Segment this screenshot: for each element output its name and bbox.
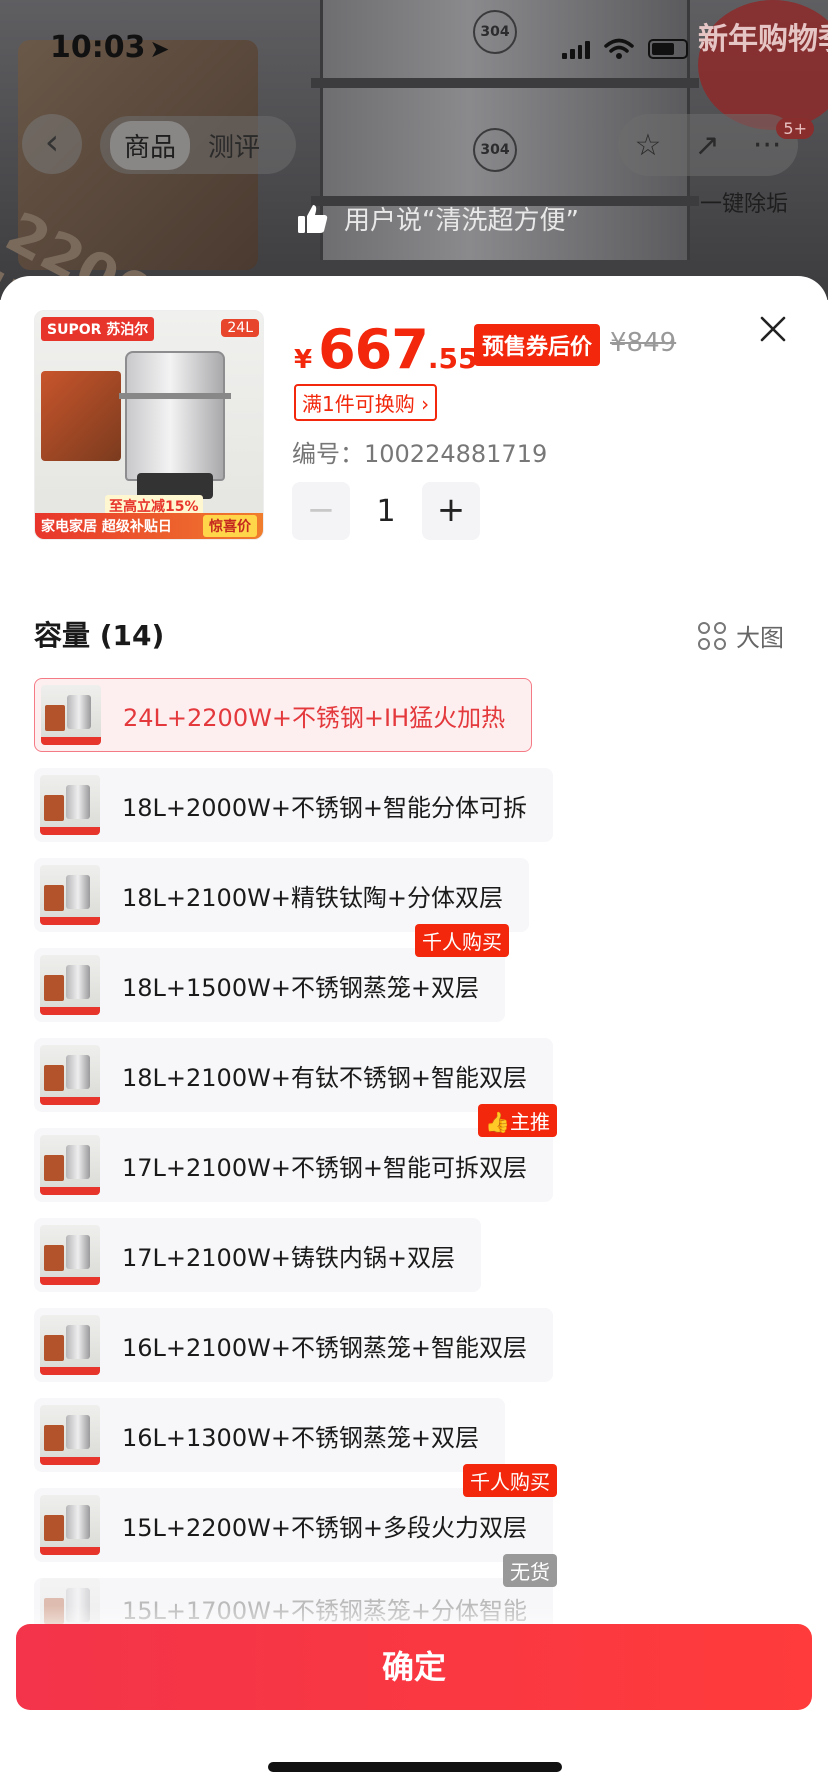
steamer-image — [119, 351, 231, 499]
capacity-option[interactable]: 18L+2100W+精铁钛陶+分体双层 — [34, 858, 530, 932]
location-arrow-icon: ➤ — [149, 35, 170, 63]
tab-product[interactable]: 商品 — [110, 120, 191, 170]
wifi-icon — [604, 38, 634, 59]
one-key-descale-label: 一键除垢 — [699, 192, 788, 217]
sku-selector-sheet: SUPOR 苏泊尔 24L 至高立减15% 家电家居 超级补贴日 惊喜价 ¥ 6… — [0, 276, 828, 1792]
capacity-option[interactable]: 18L+1500W+不锈钢蒸笼+双层 千人购买 — [34, 924, 510, 1022]
option-label: 24L+2200W+不锈钢+IH猛火加热 — [123, 703, 506, 732]
food-image — [41, 371, 121, 461]
big-picture-toggle[interactable]: 大图 — [698, 618, 784, 653]
capacity-option[interactable]: 16L+1300W+不锈钢蒸笼+双层 — [34, 1398, 506, 1472]
user-says-banner: 用户说“清洗超方便” — [296, 200, 579, 237]
out-of-stock-badge: 无货 — [503, 1554, 558, 1587]
option-thumbnail — [40, 775, 100, 835]
option-label: 18L+1500W+不锈钢蒸笼+双层 — [122, 973, 480, 1002]
option-thumbnail — [40, 1315, 100, 1375]
star-icon[interactable]: ☆ — [635, 128, 662, 163]
option-label: 15L+2200W+不锈钢+多段火力双层 — [122, 1513, 528, 1542]
tab-review[interactable]: 测评 — [208, 127, 260, 164]
swap-purchase-tag[interactable]: 满1件可换购 › — [294, 384, 438, 421]
capacity-option[interactable]: 17L+2100W+铸铁内锅+双层 — [34, 1218, 482, 1292]
hot-seller-badge: 千人购买 — [463, 1464, 558, 1497]
capacity-badge: 24L — [221, 319, 259, 337]
status-icons — [562, 38, 688, 60]
badge-304: 304 — [473, 10, 517, 54]
badge-304: 304 — [473, 128, 517, 172]
capacity-option[interactable]: 17L+2100W+不锈钢+智能可拆双层 👍主推 — [34, 1104, 558, 1202]
brand-logo: SUPOR 苏泊尔 — [41, 317, 155, 341]
promo-strip-text: 家电家居 超级补贴日 — [41, 519, 172, 535]
price-integer: 667 — [318, 318, 429, 381]
status-time: 10:03 ➤ — [50, 30, 170, 65]
battery-icon — [648, 39, 688, 59]
option-label: 17L+2100W+不锈钢+智能可拆双层 — [122, 1153, 528, 1182]
top-tabs: 商品 测评 — [100, 116, 296, 174]
original-price: ¥849 — [610, 328, 677, 358]
quantity-value[interactable]: 1 — [366, 494, 406, 529]
option-label: 18L+2100W+有钛不锈钢+智能双层 — [122, 1063, 528, 1092]
option-thumbnail — [40, 1495, 100, 1555]
currency-symbol: ¥ — [294, 345, 313, 375]
close-icon[interactable] — [758, 314, 788, 344]
option-label: 18L+2100W+精铁钛陶+分体双层 — [122, 883, 504, 912]
capacity-option[interactable]: 18L+2000W+不锈钢+智能分体可拆 — [34, 768, 554, 842]
option-thumbnail — [40, 1135, 100, 1195]
capacity-option[interactable]: 16L+2100W+不锈钢蒸笼+智能双层 — [34, 1308, 554, 1382]
surprise-price-tag: 惊喜价 — [203, 515, 257, 537]
recommended-badge: 👍主推 — [478, 1104, 558, 1137]
selected-sku-thumbnail[interactable]: SUPOR 苏泊尔 24L 至高立减15% 家电家居 超级补贴日 惊喜价 — [34, 310, 264, 540]
capacity-option[interactable]: 24L+2200W+不锈钢+IH猛火加热 — [34, 678, 533, 752]
signal-icon — [562, 39, 590, 59]
quantity-stepper: − 1 + — [292, 482, 480, 540]
decrease-button[interactable]: − — [292, 482, 350, 540]
option-thumbnail — [40, 865, 100, 925]
top-actions: ☆ ↗ ··· — [618, 114, 798, 176]
option-label: 16L+2100W+不锈钢蒸笼+智能双层 — [122, 1333, 528, 1362]
steamer-ring — [311, 78, 699, 88]
option-thumbnail — [41, 685, 101, 745]
option-thumbnail — [40, 955, 100, 1015]
capacity-option[interactable]: 18L+2100W+有钛不锈钢+智能双层 — [34, 1038, 554, 1112]
message-count-badge: 5+ — [776, 118, 814, 139]
promo-strip: 家电家居 超级补贴日 惊喜价 — [35, 513, 263, 539]
big-picture-label: 大图 — [736, 624, 784, 652]
grid-icon — [698, 621, 726, 650]
price: ¥ 667 .55 — [294, 318, 477, 381]
confirm-button[interactable]: 确定 — [16, 1624, 812, 1710]
option-thumbnail — [40, 1405, 100, 1465]
increase-button[interactable]: + — [422, 482, 480, 540]
presale-price-tag: 预售券后价 — [474, 324, 601, 366]
option-label: 17L+2100W+铸铁内锅+双层 — [122, 1243, 456, 1272]
option-thumbnail — [40, 1225, 100, 1285]
hot-seller-badge: 千人购买 — [415, 924, 510, 957]
capacity-section-title: 容量 (14) — [34, 619, 165, 652]
option-label: 16L+1300W+不锈钢蒸笼+双层 — [122, 1423, 480, 1452]
back-button[interactable]: ‹ — [22, 114, 82, 174]
option-thumbnail — [40, 1045, 100, 1105]
option-label: 18L+2000W+不锈钢+智能分体可拆 — [122, 793, 528, 822]
home-indicator[interactable] — [268, 1762, 562, 1772]
thumbs-up-icon — [298, 204, 328, 233]
price-decimal: .55 — [427, 342, 478, 375]
user-says-text: 用户说“清洗超方便” — [344, 206, 579, 236]
share-icon[interactable]: ↗ — [695, 128, 720, 163]
sku-number: 编号：100224881719 — [292, 440, 548, 468]
capacity-option[interactable]: 15L+2200W+不锈钢+多段火力双层 千人购买 — [34, 1464, 558, 1562]
